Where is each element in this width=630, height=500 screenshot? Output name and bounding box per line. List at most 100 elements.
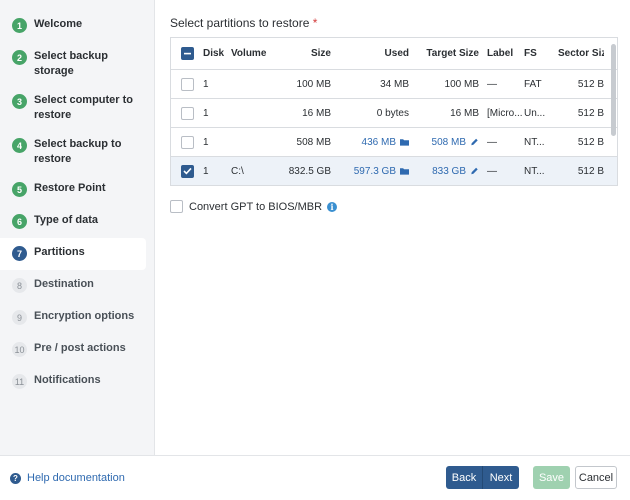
header-used[interactable]: Used — [331, 48, 409, 59]
header-volume[interactable]: Volume — [231, 48, 279, 59]
table-row[interactable]: 1 C:\ 832.5 GB 597.3 GB 833 GB — NT... 512 B — [171, 157, 617, 185]
select-all-checkbox[interactable] — [180, 47, 194, 60]
label-cell: — — [487, 165, 497, 177]
step-number-badge: 2 — [12, 50, 27, 65]
target-size-cell[interactable]: 508 MB — [409, 137, 479, 148]
disk-cell: 1 — [203, 165, 209, 177]
wizard-step[interactable]: 6 Type of data — [0, 206, 146, 238]
save-button[interactable]: Save — [533, 466, 570, 489]
select-all-cell — [171, 47, 203, 60]
target-size-value: 16 MB — [450, 107, 479, 119]
label-cell: — — [487, 78, 497, 90]
checkbox-cell — [171, 106, 203, 120]
target-size-cell[interactable]: 833 GB — [409, 166, 479, 177]
size-cell: 16 MB — [302, 107, 331, 119]
convert-gpt-label: Convert GPT to BIOS/MBR — [189, 200, 323, 213]
header-sector-size[interactable]: Sector Size — [558, 48, 604, 59]
row-checkbox[interactable] — [180, 135, 194, 149]
main-content: Select partitions to restore * Disk Volu… — [170, 16, 620, 213]
sector-size-cell: 512 B — [577, 107, 604, 119]
used-cell[interactable]: 436 MB — [331, 137, 409, 148]
target-size-value: 100 MB — [444, 78, 479, 90]
label-cell: [Micro... — [487, 107, 523, 119]
required-mark: * — [312, 16, 318, 30]
size-cell: 508 MB — [296, 136, 331, 148]
table-row[interactable]: 1 100 MB 34 MB 100 MB — FAT 512 B — [171, 70, 617, 99]
checkbox-cell — [171, 135, 203, 149]
table-header: Disk Volume Size Used Target Size Label … — [171, 38, 617, 70]
back-button[interactable]: Back — [446, 466, 482, 489]
wizard-step[interactable]: 3 Select computer to restore — [0, 86, 146, 130]
info-icon[interactable]: i — [327, 201, 338, 212]
step-number-badge: 11 — [12, 374, 27, 389]
convert-gpt-checkbox[interactable] — [170, 200, 183, 213]
wizard-steps-list: 1 Welcome 2 Select backup storage 3 Select co… — [0, 10, 154, 398]
used-cell: 34 MB — [331, 79, 409, 90]
wizard-step[interactable]: 2 Select backup storage — [0, 42, 146, 86]
navigation-button-group: Back Next — [446, 466, 519, 489]
step-label: Destination — [34, 278, 94, 290]
step-number-badge: 6 — [12, 214, 27, 229]
fs-cell: FAT — [524, 78, 542, 90]
folder-icon — [400, 138, 409, 146]
header-label[interactable]: Label — [479, 48, 524, 59]
sector-size-cell: 512 B — [577, 136, 604, 148]
checkbox-cell — [171, 164, 203, 178]
disk-cell: 1 — [203, 78, 209, 90]
page-title: Select partitions to restore * — [170, 16, 620, 30]
wizard-footer: ? Help documentation Back Next Save Canc… — [0, 455, 630, 500]
partitions-table: Disk Volume Size Used Target Size Label … — [170, 37, 618, 186]
checkbox-cell — [171, 77, 203, 91]
help-documentation-link[interactable]: ? Help documentation — [10, 472, 125, 484]
step-label: Select backup storage — [34, 50, 108, 77]
step-label: Partitions — [34, 246, 85, 258]
step-label: Pre / post actions — [34, 342, 126, 354]
step-number-badge: 10 — [12, 342, 27, 357]
target-size-cell: 100 MB — [409, 79, 479, 90]
table-row[interactable]: 1 16 MB 0 bytes 16 MB [Micro... Un... 512 B — [171, 99, 617, 128]
row-checkbox[interactable] — [180, 164, 194, 178]
target-size-value: 833 GB — [432, 165, 466, 177]
step-number-badge: 7 — [12, 246, 27, 261]
table-scrollbar[interactable] — [611, 44, 616, 136]
used-value: 0 bytes — [376, 107, 409, 119]
convert-gpt-option[interactable]: Convert GPT to BIOS/MBR i — [170, 200, 620, 213]
wizard-step[interactable]: 7 Partitions — [0, 238, 146, 270]
wizard-step: 10 Pre / post actions — [0, 334, 146, 366]
used-value: 34 MB — [380, 78, 409, 90]
step-number-badge: 1 — [12, 18, 27, 33]
step-number-badge: 9 — [12, 310, 27, 325]
sector-size-cell: 512 B — [577, 78, 604, 90]
header-size[interactable]: Size — [279, 48, 331, 59]
header-disk[interactable]: Disk — [203, 48, 231, 59]
disk-cell: 1 — [203, 107, 209, 119]
wizard-step[interactable]: 1 Welcome — [0, 10, 146, 42]
wizard-step[interactable]: 4 Select backup to restore — [0, 130, 146, 174]
step-label: Restore Point — [34, 182, 106, 194]
fs-cell: NT... — [524, 136, 545, 148]
page-title-text: Select partitions to restore — [170, 16, 310, 30]
table-body: 1 100 MB 34 MB 100 MB — FAT 512 B 1 16 MB 0 bytes… — [171, 70, 617, 185]
used-value: 436 MB — [361, 136, 396, 148]
cancel-button[interactable]: Cancel — [575, 466, 617, 489]
label-cell: — — [487, 136, 497, 148]
used-cell[interactable]: 597.3 GB — [331, 166, 409, 177]
target-size-value: 508 MB — [431, 136, 466, 148]
step-label: Select backup to restore — [34, 138, 122, 165]
step-number-badge: 3 — [12, 94, 27, 109]
header-target-size[interactable]: Target Size — [409, 48, 479, 59]
used-value: 597.3 GB — [353, 165, 396, 177]
table-row[interactable]: 1 508 MB 436 MB 508 MB — NT... 512 B — [171, 128, 617, 157]
next-button[interactable]: Next — [482, 466, 519, 489]
wizard-sidebar: 1 Welcome 2 Select backup storage 3 Select co… — [0, 0, 155, 455]
wizard-step[interactable]: 5 Restore Point — [0, 174, 146, 206]
row-checkbox[interactable] — [180, 106, 194, 120]
fs-cell: NT... — [524, 165, 545, 177]
row-checkbox[interactable] — [180, 77, 194, 91]
step-label: Welcome — [34, 18, 83, 30]
header-fs[interactable]: FS — [524, 48, 558, 59]
wizard-step: 9 Encryption options — [0, 302, 146, 334]
step-label: Notifications — [34, 374, 101, 386]
wizard-step: 8 Destination — [0, 270, 146, 302]
step-number-badge: 4 — [12, 138, 27, 153]
